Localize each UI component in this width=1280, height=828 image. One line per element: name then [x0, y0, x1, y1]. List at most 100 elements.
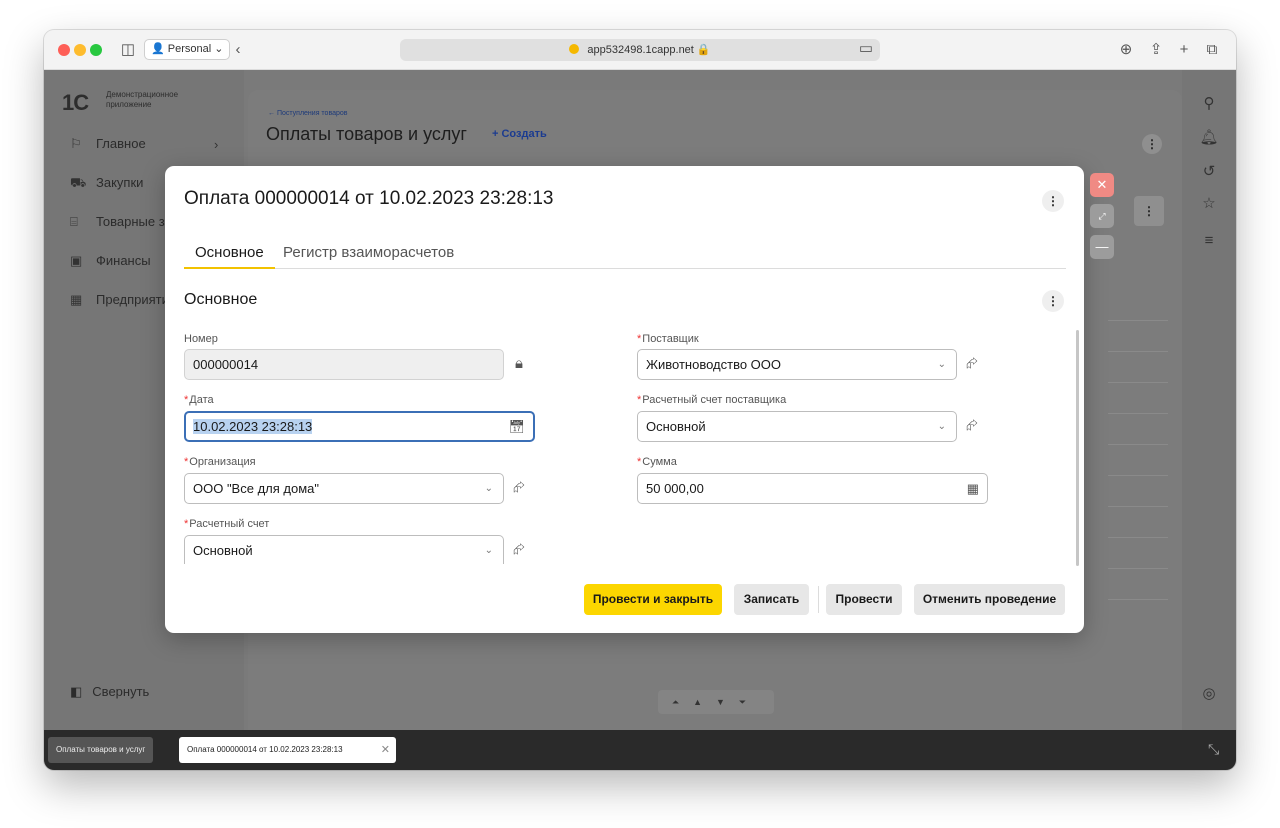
dialog-close-button[interactable]: ✕	[1090, 173, 1114, 197]
amount-value: 50 000,00	[646, 481, 704, 496]
pager[interactable]: ⏶▲▼⏷	[658, 690, 774, 714]
open-link-icon[interactable]: ⮳	[966, 355, 978, 372]
amount-field[interactable]: 50 000,00 ▦	[637, 473, 988, 504]
close-icon[interactable]: ✕	[381, 737, 390, 763]
chevron-down-icon: ⌄	[484, 483, 493, 494]
history-icon[interactable]: ↺	[1198, 162, 1220, 180]
table-row[interactable]	[1108, 321, 1168, 352]
section-title: Основное	[184, 291, 258, 308]
tab-payments-list[interactable]: Оплаты товаров и услуг	[48, 737, 154, 763]
dialog-menu-button[interactable]: ⋮	[1042, 190, 1064, 212]
minimize-window-button[interactable]	[74, 44, 86, 56]
supplier-select[interactable]: Животноводство ООО ⌄	[637, 349, 957, 380]
date-value: 10.02.2023 23:28:13	[193, 419, 313, 434]
table-row[interactable]	[1108, 414, 1168, 445]
person-icon: 👤	[151, 43, 165, 55]
table-row[interactable]	[1108, 290, 1168, 321]
back-icon[interactable]: ‹	[228, 40, 248, 60]
download-icon[interactable]: ⊕	[1116, 40, 1136, 60]
dialog-maximize-button[interactable]: ⤢	[1090, 204, 1114, 228]
chevron-down-icon: ⌄	[937, 359, 946, 370]
profile-selector[interactable]: 👤 Personal ⌄	[144, 39, 231, 60]
scrollbar[interactable]	[1076, 330, 1079, 566]
table-menu-button[interactable]: ⋮	[1134, 196, 1164, 226]
cancel-posting-button[interactable]: Отменить проведение	[914, 584, 1065, 615]
post-and-close-button[interactable]: Провести и закрыть	[584, 584, 722, 615]
supplier-account-select[interactable]: Основной ⌄	[637, 411, 957, 442]
section-menu-button[interactable]: ⋮	[1042, 290, 1064, 312]
number-field: 000000014	[184, 349, 504, 380]
number-value: 000000014	[193, 357, 259, 372]
supplier-value: Животноводство ООО	[646, 357, 782, 372]
star-icon[interactable]: ☆	[1198, 194, 1220, 212]
list-rows	[1108, 290, 1168, 600]
number-label-text: Номер	[184, 333, 218, 345]
sidebar-item-main[interactable]: ⚐ Главное	[70, 133, 146, 155]
sidebar-item-purchases[interactable]: ⛟ Закупки	[70, 172, 143, 194]
amount-label-text: Сумма	[642, 456, 677, 468]
browser-toolbar: ◫ 👤 Personal ⌄ ‹ app532498.1capp.net 🔒 ▭…	[44, 30, 1236, 70]
create-button[interactable]: + Создать	[492, 128, 547, 140]
back-link[interactable]: ← Поступления товаров	[268, 110, 348, 117]
profile-label: Personal	[167, 43, 212, 55]
url-text: app532498.1capp.net	[587, 44, 694, 56]
resize-icon[interactable]: ⤡	[1208, 741, 1219, 758]
close-window-button[interactable]	[58, 44, 70, 56]
table-row[interactable]	[1108, 383, 1168, 414]
tab-label: Оплата 000000014 от 10.02.2023 23:28:13	[187, 745, 343, 754]
menu-icon[interactable]: ≡	[1198, 232, 1220, 249]
supplier-label-text: Поставщик	[642, 333, 699, 345]
collapse-sidebar-button[interactable]: ◧ Свернуть	[70, 684, 149, 700]
list-menu-button[interactable]: ⋮	[1142, 134, 1162, 154]
tab-overview-icon[interactable]: ⧉	[1202, 40, 1222, 60]
post-button[interactable]: Провести	[826, 584, 902, 615]
open-link-icon[interactable]: ⮳	[513, 541, 525, 558]
tab-payment-document[interactable]: Оплата 000000014 от 10.02.2023 23:28:13 …	[179, 737, 396, 763]
sidebar-item-inventory[interactable]: ⌸ Товарные з	[70, 211, 165, 233]
organization-select[interactable]: ООО "Все для дома" ⌄	[184, 473, 504, 504]
table-row[interactable]	[1108, 507, 1168, 538]
sidebar-item-label: Закупки	[96, 175, 144, 190]
bell-icon[interactable]: 🔔︎	[1198, 128, 1220, 146]
open-link-icon[interactable]: ⮳	[966, 417, 978, 434]
new-tab-icon[interactable]: +	[1174, 40, 1194, 60]
chevron-down-icon: ⌄	[214, 43, 224, 55]
sidebar-item-enterprise[interactable]: ▦ Предприяти	[70, 289, 169, 311]
save-button[interactable]: Записать	[734, 584, 809, 615]
dialog-tabs: Основное Регистр взаиморасчетов	[184, 240, 1066, 269]
number-label: Номер	[184, 333, 218, 345]
payment-dialog: Оплата 000000014 от 10.02.2023 23:28:13 …	[165, 166, 1084, 633]
reader-icon[interactable]: ▭	[856, 39, 876, 59]
table-row[interactable]	[1108, 352, 1168, 383]
tab-main[interactable]: Основное	[184, 244, 275, 269]
chevron-right-icon: ›	[214, 137, 219, 152]
chevron-down-icon: ⌄	[484, 545, 493, 556]
warehouse-icon: ⌸	[70, 214, 78, 229]
user-icon[interactable]: ◎	[1198, 684, 1220, 702]
wallet-icon: ▣	[70, 253, 83, 268]
dialog-minimize-button[interactable]: —	[1090, 235, 1114, 259]
account-select[interactable]: Основной ⌄	[184, 535, 504, 564]
tab-settlements-register[interactable]: Регистр взаиморасчетов	[283, 244, 454, 261]
table-row[interactable]	[1108, 445, 1168, 476]
sidebar-toggle-icon[interactable]: ◫	[118, 40, 138, 60]
chevron-down-icon: ⌄	[937, 421, 946, 432]
required-marker: *	[184, 518, 189, 530]
calculator-icon[interactable]: ▦	[967, 474, 979, 503]
table-row[interactable]	[1108, 476, 1168, 507]
date-field[interactable]: 10.02.2023 23:28:13 📅︎	[184, 411, 535, 442]
zoom-window-button[interactable]	[90, 44, 102, 56]
table-row[interactable]	[1108, 538, 1168, 569]
account-value: Основной	[193, 543, 253, 558]
organization-label-text: Организация	[189, 456, 256, 468]
sidebar-item-finance[interactable]: ▣ Финансы	[70, 250, 151, 272]
open-link-icon[interactable]: ⮳	[513, 479, 525, 496]
table-row[interactable]	[1108, 569, 1168, 600]
search-icon[interactable]: ⚲	[1198, 94, 1220, 112]
supplier-label: *Поставщик	[637, 333, 699, 345]
logo-text: Демонстрационное приложение	[106, 90, 179, 109]
calendar-icon[interactable]: 📅︎	[508, 413, 525, 440]
address-bar[interactable]: app532498.1capp.net 🔒	[400, 39, 880, 61]
share-icon[interactable]: ⇪	[1146, 40, 1166, 60]
date-label-text: Дата	[189, 394, 214, 406]
